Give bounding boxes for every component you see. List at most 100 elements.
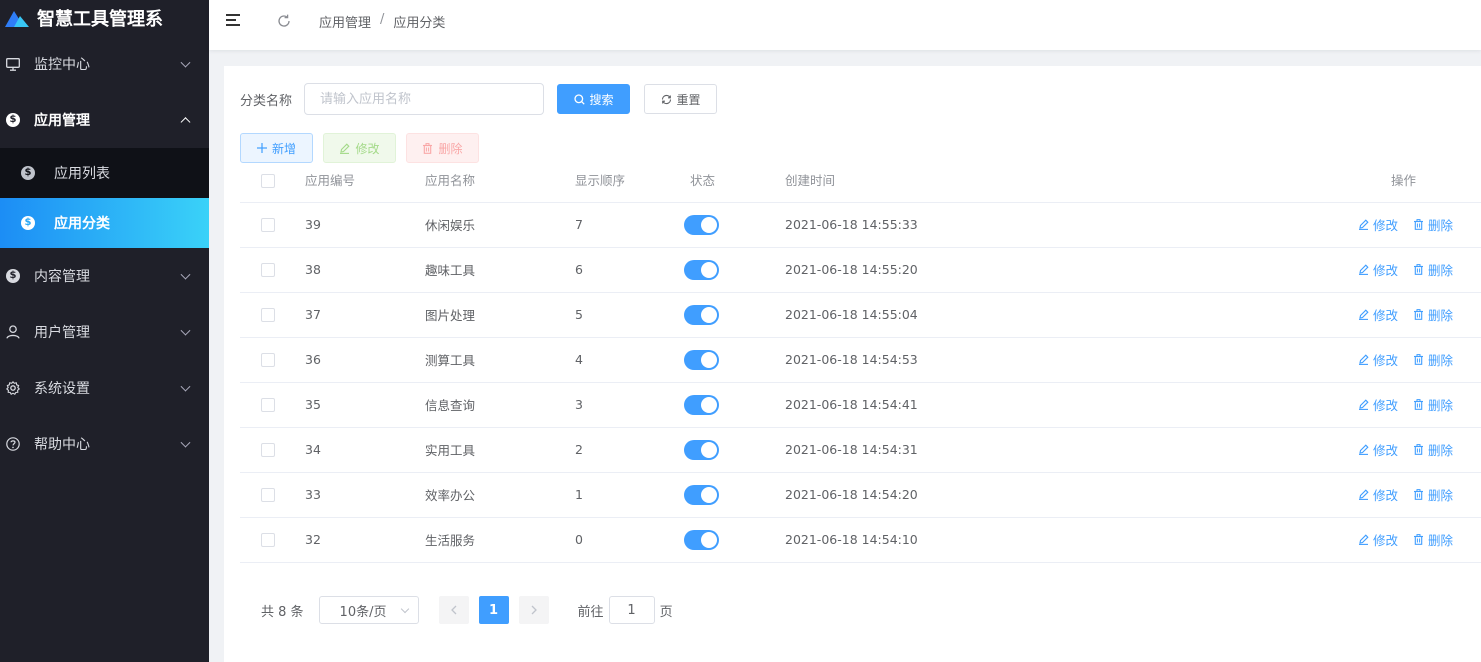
row-edit-link[interactable]: 修改 xyxy=(1358,530,1398,549)
trash-icon xyxy=(422,142,433,154)
sidebar-item-system-settings[interactable]: 系统设置 xyxy=(0,360,209,416)
row-delete-link[interactable]: 删除 xyxy=(1413,215,1453,234)
table-row: 33 效率办公 1 2021-06-18 14:54:20 修改 删除 xyxy=(240,472,1481,518)
row-checkbox[interactable] xyxy=(261,443,275,458)
row-edit-link[interactable]: 修改 xyxy=(1358,260,1398,279)
row-delete-link[interactable]: 删除 xyxy=(1413,440,1453,459)
state-toggle[interactable] xyxy=(684,394,719,415)
next-page-button[interactable] xyxy=(518,596,549,624)
search-button-label: 搜索 xyxy=(589,92,614,107)
edit-icon xyxy=(1358,399,1369,410)
edit-icon xyxy=(1358,219,1369,230)
row-edit-link[interactable]: 修改 xyxy=(1358,350,1398,369)
row-delete-label: 删除 xyxy=(1427,533,1453,548)
select-all-checkbox[interactable] xyxy=(261,173,275,188)
app-title: 智慧工具管理系 xyxy=(37,9,163,30)
app-logo[interactable]: 智慧工具管理系 xyxy=(0,0,209,36)
page-size-select[interactable]: 10条/页 xyxy=(318,596,419,624)
chevron-down-icon xyxy=(180,57,191,68)
menu-toggle-icon[interactable] xyxy=(226,14,240,28)
state-toggle[interactable] xyxy=(684,304,719,325)
cell-app-name: 实用工具 xyxy=(425,427,575,473)
row-checkbox[interactable] xyxy=(261,263,275,278)
cell-app-id: 36 xyxy=(305,337,425,383)
sidebar-item-app-category[interactable]: $ 应用分类 xyxy=(0,198,209,248)
cell-created-time: 2021-06-18 14:54:20 xyxy=(785,472,1285,518)
page-number-current[interactable]: 1 xyxy=(478,596,509,624)
category-table: 应用编号 应用名称 显示顺序 状态 创建时间 操作 39 休闲娱乐 7 2021-06… xyxy=(240,158,1481,563)
cell-app-id: 33 xyxy=(305,472,425,518)
cell-app-name: 趣味工具 xyxy=(425,247,575,293)
page-size-value: 10条/页 xyxy=(339,604,387,620)
row-delete-link[interactable]: 删除 xyxy=(1413,395,1453,414)
state-toggle[interactable] xyxy=(684,439,719,460)
cell-app-id: 32 xyxy=(305,517,425,563)
search-button[interactable]: 搜索 xyxy=(557,84,631,114)
breadcrumb-item[interactable]: 应用管理 xyxy=(319,12,371,31)
row-delete-link[interactable]: 删除 xyxy=(1413,530,1453,549)
row-delete-link[interactable]: 删除 xyxy=(1413,485,1453,504)
cell-display-order: 1 xyxy=(575,472,690,518)
row-delete-link[interactable]: 删除 xyxy=(1413,260,1453,279)
header-app-id: 应用编号 xyxy=(305,158,425,203)
row-edit-link[interactable]: 修改 xyxy=(1358,215,1398,234)
sidebar-item-label: 用户管理 xyxy=(34,325,90,341)
row-checkbox[interactable] xyxy=(261,398,275,413)
state-toggle[interactable] xyxy=(684,214,719,235)
prev-page-button[interactable] xyxy=(438,596,469,624)
header-state: 状态 xyxy=(690,158,785,203)
sidebar-item-monitor[interactable]: 监控中心 xyxy=(0,36,209,92)
cell-display-order: 7 xyxy=(575,202,690,248)
table-header-row: 应用编号 应用名称 显示顺序 状态 创建时间 操作 xyxy=(240,158,1481,203)
cell-display-order: 2 xyxy=(575,427,690,473)
monitor-icon xyxy=(5,56,21,72)
cell-display-order: 6 xyxy=(575,247,690,293)
row-checkbox[interactable] xyxy=(261,308,275,323)
cell-created-time: 2021-06-18 14:54:53 xyxy=(785,337,1285,383)
row-delete-label: 删除 xyxy=(1427,443,1453,458)
chevron-down-icon xyxy=(180,381,191,392)
chevron-down-icon xyxy=(180,437,191,448)
row-delete-link[interactable]: 删除 xyxy=(1413,350,1453,369)
state-toggle[interactable] xyxy=(684,259,719,280)
row-delete-link[interactable]: 删除 xyxy=(1413,305,1453,324)
sidebar-item-label: 应用分类 xyxy=(54,216,110,232)
sidebar-item-content-management[interactable]: $ 内容管理 xyxy=(0,248,209,304)
row-edit-link[interactable]: 修改 xyxy=(1358,440,1398,459)
cell-display-order: 0 xyxy=(575,517,690,563)
row-edit-link[interactable]: 修改 xyxy=(1358,305,1398,324)
row-checkbox[interactable] xyxy=(261,533,275,548)
chevron-left-icon xyxy=(450,605,457,615)
row-edit-link[interactable]: 修改 xyxy=(1358,395,1398,414)
cell-created-time: 2021-06-18 14:54:31 xyxy=(785,427,1285,473)
row-edit-link[interactable]: 修改 xyxy=(1358,485,1398,504)
edit-icon xyxy=(1358,264,1369,275)
sidebar-item-app-list[interactable]: $ 应用列表 xyxy=(0,148,209,198)
row-delete-label: 删除 xyxy=(1427,488,1453,503)
top-header: 应用管理 / 应用分类 xyxy=(209,0,1481,50)
goto-prefix: 前往 xyxy=(577,604,604,620)
state-toggle[interactable] xyxy=(684,529,719,550)
state-toggle[interactable] xyxy=(684,349,719,370)
question-circle-icon xyxy=(5,436,21,452)
sidebar-item-user-management[interactable]: 用户管理 xyxy=(0,304,209,360)
refresh-icon xyxy=(661,94,672,105)
sidebar-item-help-center[interactable]: 帮助中心 xyxy=(0,416,209,472)
trash-icon xyxy=(1413,309,1423,320)
category-name-input[interactable] xyxy=(304,83,545,115)
row-checkbox[interactable] xyxy=(261,218,275,233)
state-toggle[interactable] xyxy=(684,484,719,505)
row-checkbox[interactable] xyxy=(261,353,275,368)
sidebar-item-label: 监控中心 xyxy=(34,57,90,73)
dollar-circle-icon: $ xyxy=(20,215,36,231)
sidebar-item-app-management[interactable]: $ 应用管理 xyxy=(0,92,209,148)
reset-button[interactable]: 重置 xyxy=(644,84,718,114)
refresh-icon[interactable] xyxy=(276,13,292,29)
cell-created-time: 2021-06-18 14:54:10 xyxy=(785,517,1285,563)
row-checkbox[interactable] xyxy=(261,488,275,503)
main-card: 分类名称 搜索 重置 新增 修改 xyxy=(224,66,1481,662)
row-delete-label: 删除 xyxy=(1427,398,1453,413)
cell-app-name: 测算工具 xyxy=(425,337,575,383)
user-icon xyxy=(5,324,21,340)
goto-page-input[interactable] xyxy=(608,596,655,624)
